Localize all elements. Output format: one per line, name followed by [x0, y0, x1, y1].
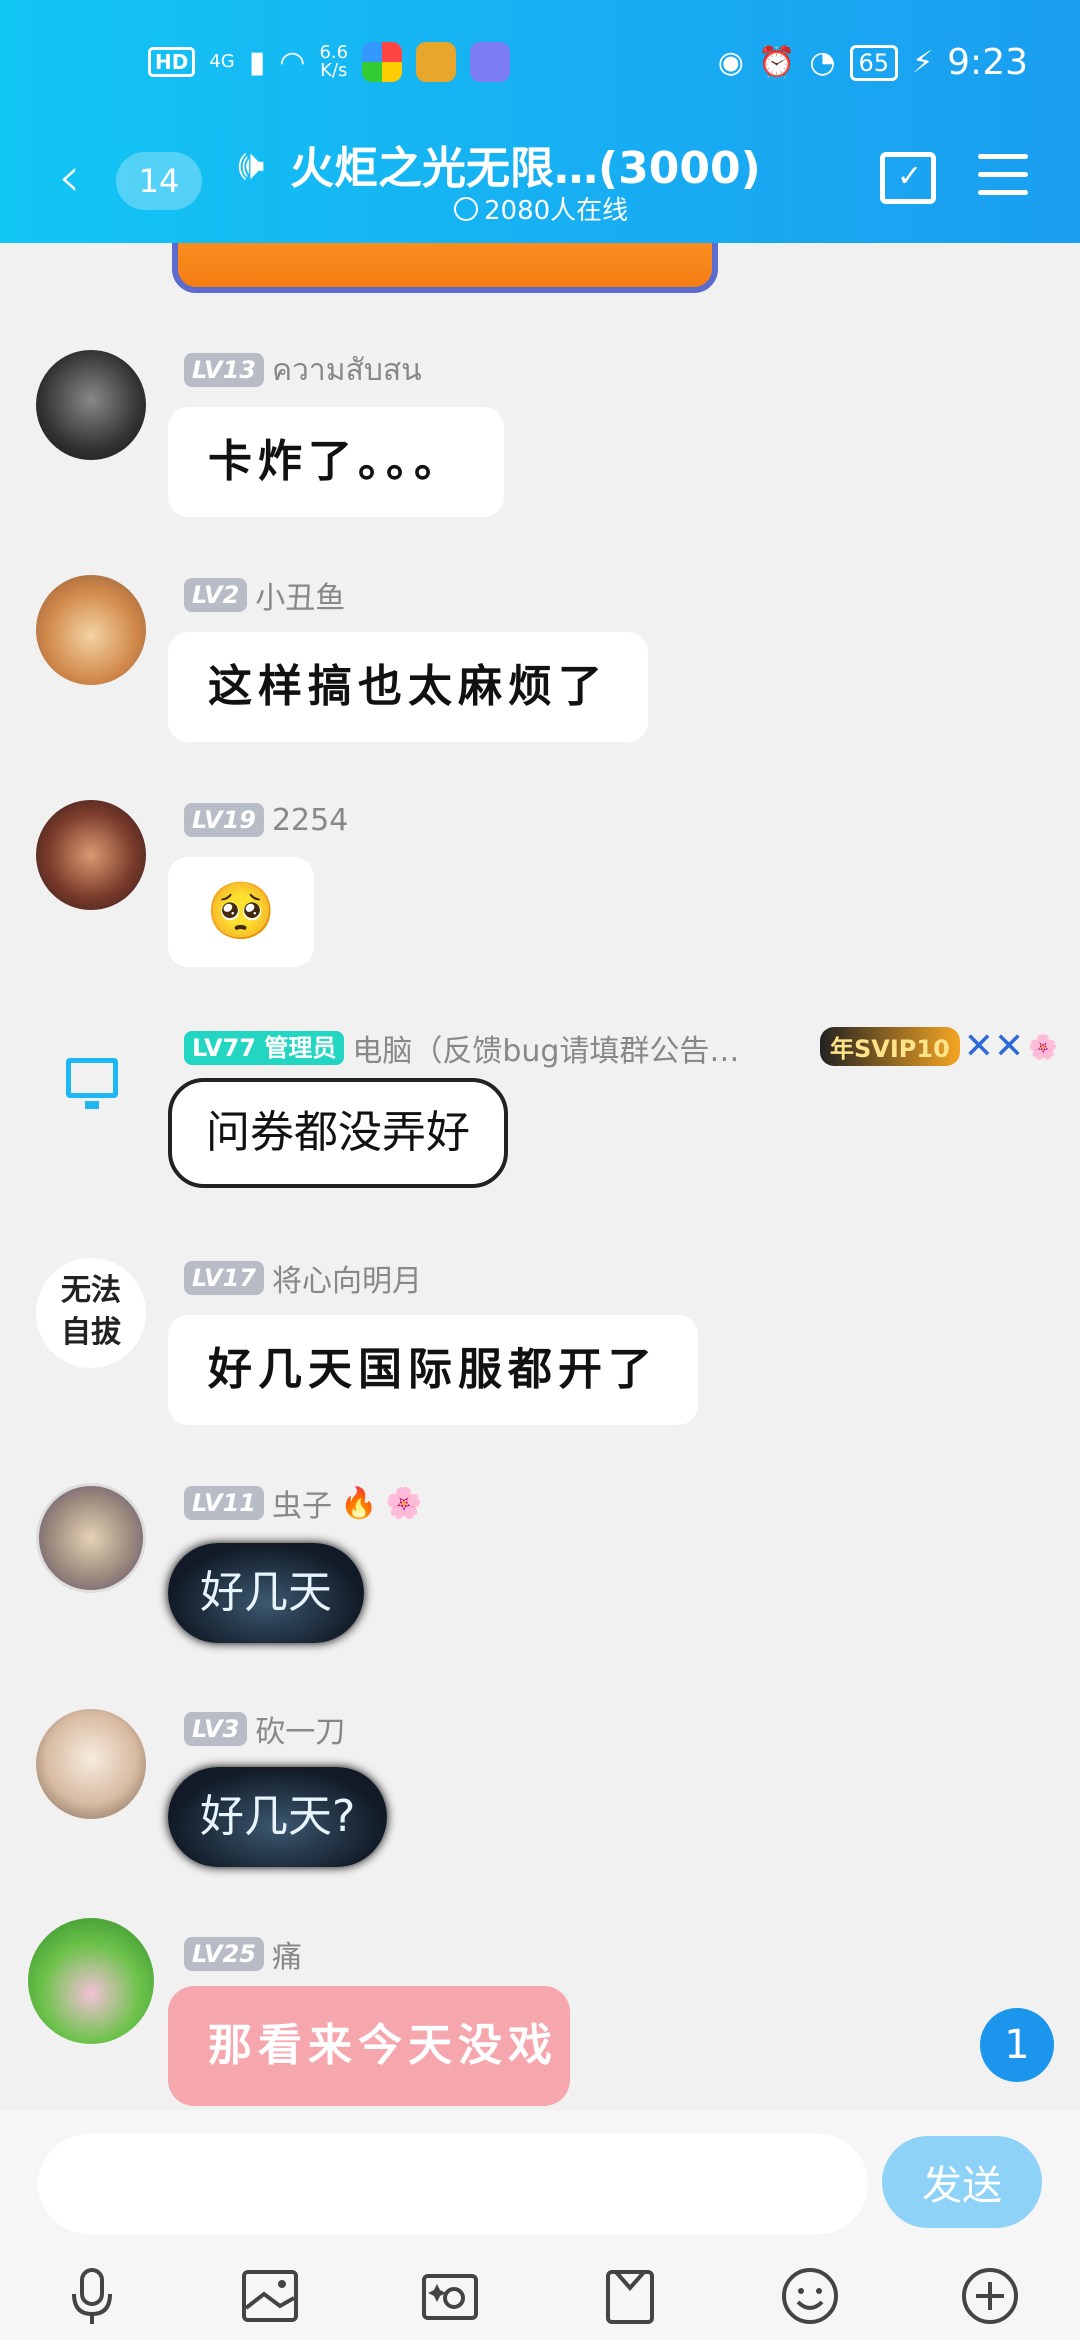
- camera-icon[interactable]: [418, 2264, 482, 2328]
- avatar[interactable]: [36, 800, 146, 910]
- music-app-icon: [470, 42, 511, 82]
- sender-name[interactable]: 将心向明月: [272, 1256, 422, 1300]
- sender-info: LV25 痛: [184, 1932, 302, 1976]
- chat-header: HD 4G ▮ ◠ 6.6 K/s ◉ ⏰ ◔ 65 ⚡ 9:23 ‹ 14 🕪 …: [0, 0, 1080, 243]
- sender-name[interactable]: 砍一刀: [255, 1707, 345, 1751]
- level-badge: LV19: [184, 803, 264, 837]
- status-bar: HD 4G ▮ ◠ 6.6 K/s ◉ ⏰ ◔ 65 ⚡ 9:23: [0, 38, 1080, 94]
- menu-icon[interactable]: [978, 154, 1028, 198]
- eye-icon: ◉: [717, 45, 744, 80]
- wifi-icon: ◠: [279, 44, 306, 80]
- online-icon: [454, 197, 478, 221]
- admin-role: 管理员: [264, 1034, 337, 1062]
- sender-info: LV3 砍一刀: [184, 1707, 345, 1751]
- toolbar: [0, 2250, 1080, 2340]
- sender-name[interactable]: 虫子: [272, 1481, 332, 1525]
- emoji-message[interactable]: 🥺: [168, 857, 314, 967]
- network-label: 4G: [209, 51, 235, 72]
- avatar[interactable]: [36, 350, 146, 460]
- message-bubble[interactable]: 好几天国际服都开了: [168, 1315, 698, 1425]
- level-label: LV77: [192, 1034, 256, 1062]
- hd-icon: HD: [148, 47, 196, 77]
- vip-badges: 年SVIP10 ✕✕ 🌸: [820, 1026, 1058, 1067]
- level-badge: LV25: [184, 1937, 264, 1971]
- clock: 9:23: [947, 42, 1028, 83]
- level-badge: LV2: [184, 578, 248, 612]
- image-icon[interactable]: [238, 2264, 302, 2328]
- app-notification-icon: [362, 42, 403, 82]
- avatar[interactable]: [36, 1709, 146, 1819]
- computer-monitor-icon[interactable]: [66, 1058, 118, 1109]
- online-count: 2080人在线: [454, 190, 628, 227]
- sender-name[interactable]: 小丑鱼: [255, 573, 345, 617]
- app-notification-icon-2: [416, 42, 457, 82]
- avatar-text: 无法自拔: [61, 1273, 121, 1350]
- image-message-partial[interactable]: [172, 243, 718, 293]
- flower-badge-icon: 🌸: [385, 1485, 423, 1521]
- avatar[interactable]: [28, 1918, 154, 2044]
- message-bubble[interactable]: 问券都没弄好: [168, 1078, 508, 1188]
- avatar[interactable]: [36, 575, 146, 685]
- sender-name[interactable]: ความสับสน: [272, 347, 422, 394]
- ear-icon: 🕪: [238, 140, 265, 189]
- message-bubble[interactable]: 那看来今天没戏: [168, 1986, 570, 2106]
- speed-unit: K/s: [320, 60, 348, 81]
- sender-info: LV13 ความสับสน: [184, 350, 422, 390]
- level-badge: LV11: [184, 1486, 264, 1520]
- message-bubble[interactable]: 好几天: [168, 1543, 364, 1643]
- online-label: 2080人在线: [484, 196, 629, 226]
- input-bar: 发送: [0, 2110, 1080, 2340]
- signal-icon: ▮: [248, 44, 266, 80]
- sender-info: LV77 管理员 电脑（反馈bug请填群公告…: [184, 1026, 739, 1070]
- level-badge: LV13: [184, 353, 264, 387]
- sender-name[interactable]: 2254: [272, 803, 348, 838]
- new-message-badge[interactable]: 1: [980, 2008, 1054, 2082]
- message-bubble[interactable]: 卡炸了。。。: [168, 407, 504, 517]
- svip-label: SVIP10: [854, 1035, 950, 1063]
- message-list[interactable]: LV13 ความสับสน 卡炸了。。。 LV2 小丑鱼 这样搞也太麻烦了 L…: [0, 243, 1080, 2110]
- battery-icon: 65: [849, 44, 899, 81]
- send-button[interactable]: 发送: [882, 2136, 1042, 2228]
- sender-name[interactable]: 痛: [272, 1932, 302, 1976]
- network-speed: 6.6 K/s: [319, 44, 348, 80]
- sender-info: LV11 虫子 🔥 🌸: [184, 1481, 423, 1525]
- fire-icon: 🔥: [339, 1485, 378, 1521]
- level-badge: LV77 管理员: [184, 1031, 345, 1065]
- mic-icon[interactable]: [60, 2264, 124, 2328]
- avatar[interactable]: 无法自拔: [36, 1258, 146, 1368]
- sender-info: LV2 小丑鱼: [184, 573, 345, 617]
- alarm-icon: ⏰: [757, 45, 796, 80]
- calendar-checkin-icon[interactable]: [880, 152, 936, 204]
- sender-info: LV17 将心向明月: [184, 1256, 422, 1300]
- avatar[interactable]: [36, 1483, 146, 1593]
- x-badge-icon: ✕✕: [963, 1026, 1025, 1067]
- message-bubble[interactable]: 好几天?: [168, 1767, 388, 1867]
- charging-icon: ⚡: [912, 45, 934, 80]
- back-icon[interactable]: ‹: [58, 150, 80, 206]
- sender-name[interactable]: 电脑（反馈bug请填群公告…: [352, 1026, 739, 1070]
- flower-badge-icon: 🌸: [1028, 1032, 1058, 1061]
- file-icon[interactable]: [598, 2264, 662, 2328]
- message-input[interactable]: [38, 2134, 868, 2234]
- emoji-icon[interactable]: [778, 2264, 842, 2328]
- group-title[interactable]: 火炬之光无限…(3000): [290, 132, 761, 196]
- sender-info: LV19 2254: [184, 800, 348, 840]
- svip-badge: 年SVIP10: [820, 1027, 960, 1066]
- message-bubble[interactable]: 这样搞也太麻烦了: [168, 632, 648, 742]
- plus-icon[interactable]: [958, 2264, 1022, 2328]
- unread-count-badge[interactable]: 14: [116, 152, 202, 210]
- svip-prefix: 年: [830, 1035, 854, 1063]
- speedometer-icon: ◔: [809, 45, 836, 80]
- nav-bar: ‹ 14 🕪 火炬之光无限…(3000) 2080人在线: [0, 130, 1080, 230]
- level-badge: LV17: [184, 1261, 264, 1295]
- level-badge: LV3: [184, 1712, 248, 1746]
